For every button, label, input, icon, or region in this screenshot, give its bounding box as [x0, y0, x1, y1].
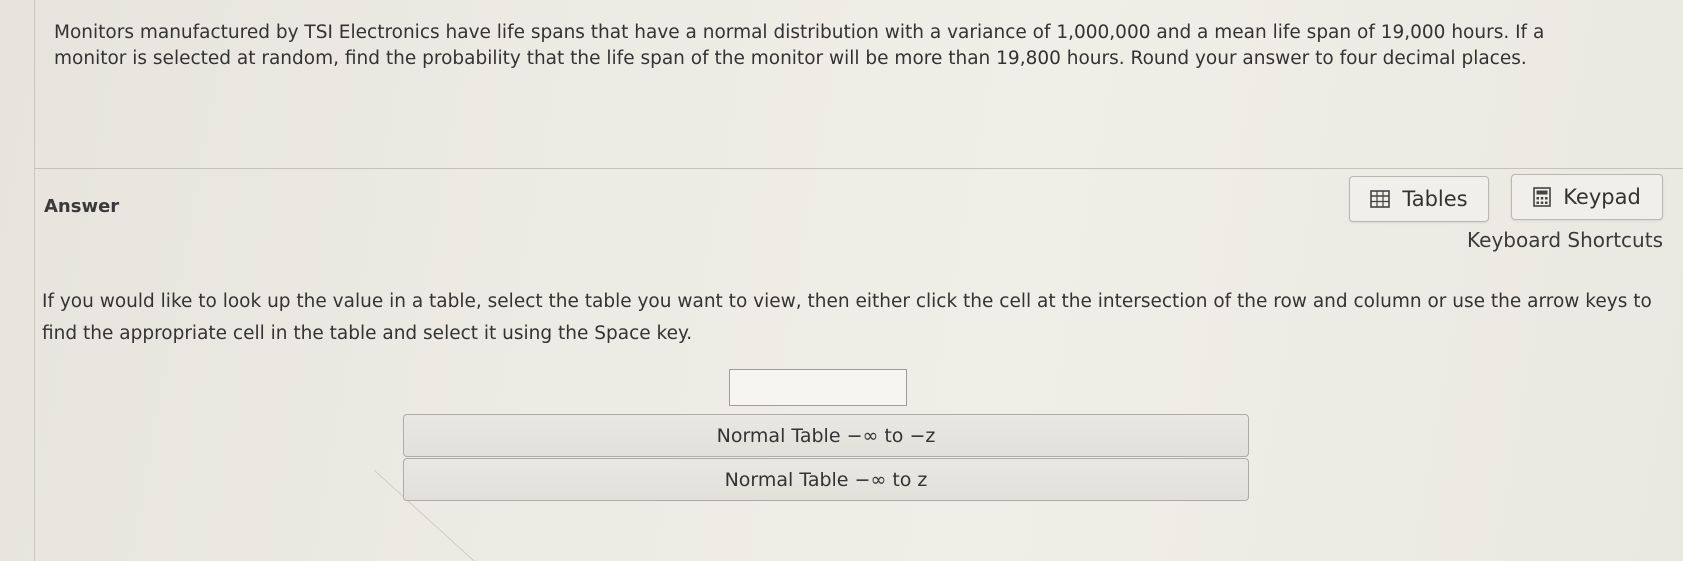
- calculator-icon: [1533, 187, 1551, 207]
- instruction-text: If you would like to look up the value i…: [42, 291, 1652, 344]
- question-text: Monitors manufactured by TSI Electronics…: [54, 22, 1545, 69]
- normal-table-z-button[interactable]: Normal Table −∞ to z: [403, 458, 1249, 501]
- answer-input[interactable]: [729, 369, 907, 406]
- table-grid-icon: [1370, 190, 1391, 208]
- keypad-button-label: Keypad: [1563, 185, 1641, 209]
- tables-button[interactable]: Tables: [1349, 176, 1489, 222]
- tables-button-label: Tables: [1402, 187, 1468, 211]
- normal-table-neg-z-label: Normal Table −∞ to −z: [716, 424, 936, 447]
- normal-table-z-label: Normal Table −∞ to z: [724, 468, 928, 491]
- keyboard-shortcuts-link[interactable]: Keyboard Shortcuts: [1460, 228, 1663, 252]
- question-panel: Monitors manufactured by TSI Electronics…: [34, 0, 1683, 169]
- answer-label: Answer: [44, 196, 120, 217]
- normal-table-neg-z-button[interactable]: Normal Table −∞ to −z: [403, 414, 1249, 457]
- keypad-button[interactable]: Keypad: [1511, 174, 1663, 220]
